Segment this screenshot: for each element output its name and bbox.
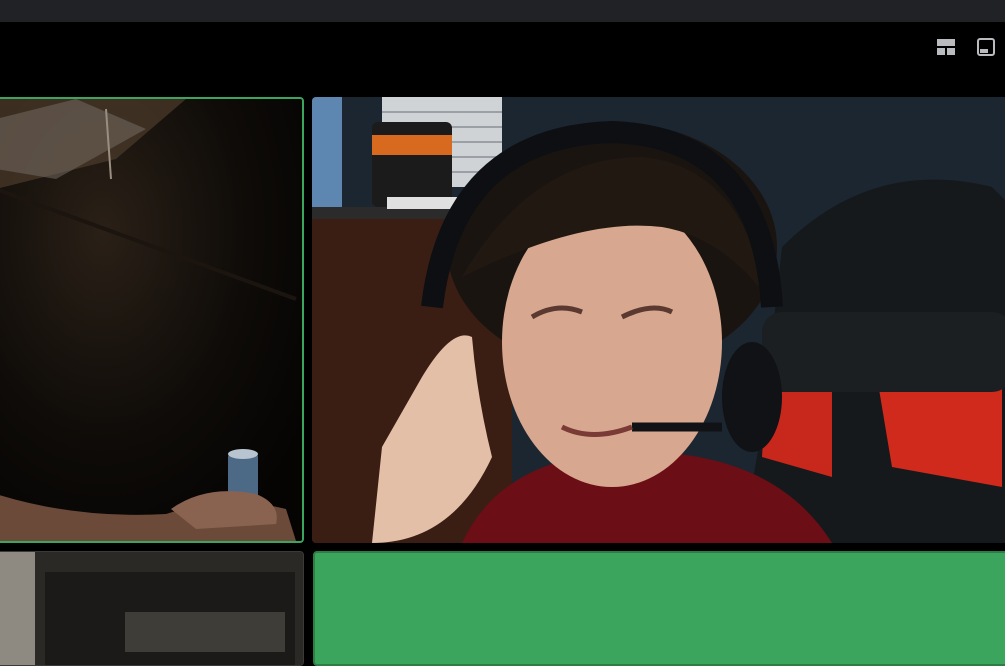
- grid-layout-icon[interactable]: [935, 36, 957, 58]
- video-tile-participant-4[interactable]: [313, 551, 1005, 666]
- video-feed-dark-room: [0, 99, 302, 541]
- call-toolbar: [0, 22, 1005, 72]
- video-tile-participant-2[interactable]: [312, 97, 1005, 543]
- video-tile-participant-1[interactable]: [0, 97, 304, 543]
- video-feed-grainy: [0, 552, 303, 665]
- video-tile-participant-3[interactable]: [0, 551, 304, 666]
- window-titlebar: [0, 0, 1005, 22]
- video-feed-speaker: [312, 97, 1005, 543]
- popout-window-icon[interactable]: [975, 36, 997, 58]
